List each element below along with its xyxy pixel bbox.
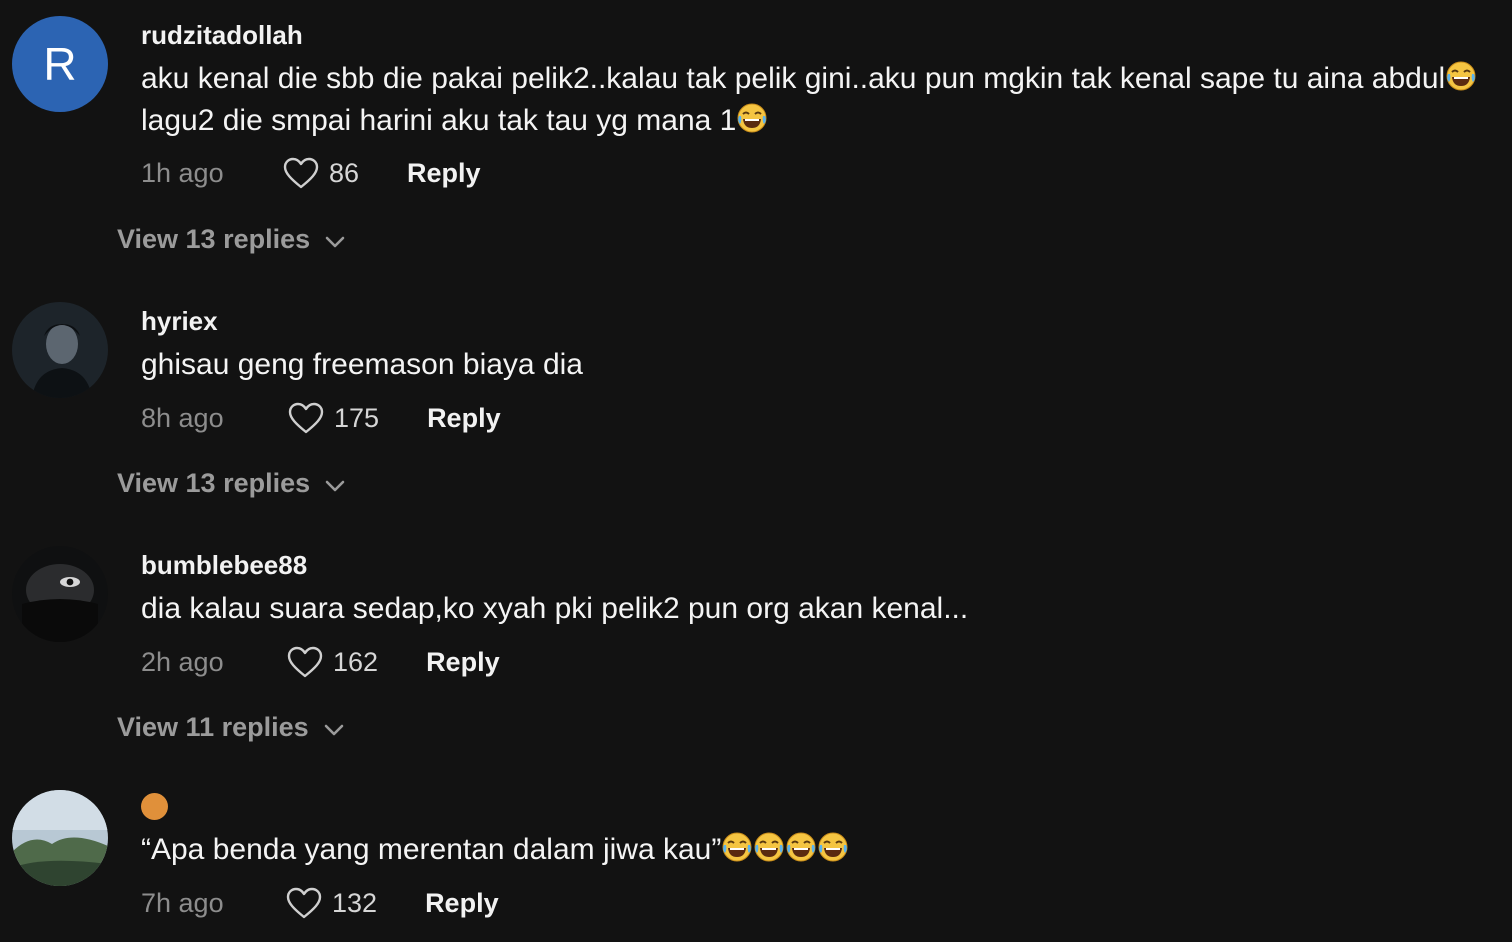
comment-text-part: aku kenal die sbb die pakai pelik2..kala… bbox=[141, 62, 1446, 95]
laughing-emoji-icon bbox=[753, 831, 785, 863]
view-replies-label: View 13 replies bbox=[117, 468, 311, 498]
avatar-photo bbox=[12, 302, 108, 398]
laughing-emoji-icon bbox=[721, 831, 753, 863]
heart-icon[interactable] bbox=[287, 646, 323, 679]
avatar[interactable] bbox=[12, 302, 108, 398]
view-replies-button[interactable]: View 13 replies bbox=[117, 224, 346, 255]
laughing-emoji-icon bbox=[817, 831, 849, 863]
comment-text: “Apa benda yang merentan dalam jiwa kau” bbox=[141, 829, 1492, 871]
comment-body: hyriex ghisau geng freemason biaya dia 8… bbox=[141, 302, 1492, 438]
reply-button[interactable]: Reply bbox=[427, 403, 501, 434]
like-button[interactable]: 162 bbox=[287, 646, 378, 679]
comment-body: bumblebee88 dia kalau suara sedap,ko xya… bbox=[141, 546, 1492, 682]
view-replies-button[interactable]: View 11 replies bbox=[117, 712, 345, 743]
username[interactable]: rudzitadollah bbox=[141, 19, 1492, 51]
comment-meta: 1h ago 86 Reply bbox=[141, 153, 1492, 193]
avatar-photo bbox=[12, 790, 108, 886]
comment-meta: 7h ago 132 Reply bbox=[141, 883, 1492, 923]
view-replies-label: View 13 replies bbox=[117, 224, 311, 254]
username[interactable]: hyriex bbox=[141, 305, 1492, 337]
comment-text: ghisau geng freemason biaya dia bbox=[141, 348, 583, 381]
reply-button[interactable]: Reply bbox=[425, 888, 499, 919]
comment-text: aku kenal die sbb die pakai pelik2..kala… bbox=[141, 58, 1492, 142]
heart-icon[interactable] bbox=[286, 887, 322, 920]
chevron-down-icon bbox=[324, 235, 346, 249]
username[interactable]: bumblebee88 bbox=[141, 549, 1492, 581]
heart-icon[interactable] bbox=[288, 402, 324, 435]
like-count: 86 bbox=[329, 157, 360, 188]
comment-text-part: “Apa benda yang merentan dalam jiwa kau” bbox=[141, 833, 722, 866]
heart-icon[interactable] bbox=[283, 157, 319, 190]
username-emoji-icon[interactable] bbox=[141, 793, 168, 820]
comment-body: rudzitadollah aku kenal die sbb die paka… bbox=[141, 16, 1492, 193]
view-replies-label: View 11 replies bbox=[117, 712, 309, 742]
avatar[interactable] bbox=[12, 546, 108, 642]
laughing-emoji-icon bbox=[736, 102, 768, 134]
chevron-down-icon bbox=[323, 723, 345, 737]
comment-meta: 2h ago 162 Reply bbox=[141, 642, 1492, 682]
like-button[interactable]: 175 bbox=[288, 402, 379, 435]
comment-body: “Apa benda yang merentan dalam jiwa kau”… bbox=[141, 790, 1492, 923]
comment-meta: 8h ago 175 Reply bbox=[141, 398, 1492, 438]
timestamp: 1h ago bbox=[141, 157, 224, 188]
timestamp: 7h ago bbox=[141, 887, 224, 918]
laughing-emoji-icon bbox=[785, 831, 817, 863]
view-replies-button[interactable]: View 13 replies bbox=[117, 468, 346, 499]
comment-text: dia kalau suara sedap,ko xyah pki pelik2… bbox=[141, 592, 969, 625]
timestamp: 2h ago bbox=[141, 646, 224, 677]
like-button[interactable]: 86 bbox=[283, 157, 359, 190]
like-count: 175 bbox=[334, 402, 380, 433]
chevron-down-icon bbox=[324, 479, 346, 493]
like-count: 132 bbox=[332, 887, 378, 918]
reply-button[interactable]: Reply bbox=[426, 647, 500, 678]
timestamp: 8h ago bbox=[141, 402, 224, 433]
avatar[interactable] bbox=[12, 790, 108, 886]
reply-button[interactable]: Reply bbox=[407, 158, 481, 189]
avatar[interactable]: R bbox=[12, 16, 108, 112]
like-button[interactable]: 132 bbox=[286, 887, 377, 920]
like-count: 162 bbox=[333, 646, 379, 677]
laughing-emoji-icon bbox=[1445, 60, 1477, 92]
avatar-photo bbox=[12, 546, 108, 642]
